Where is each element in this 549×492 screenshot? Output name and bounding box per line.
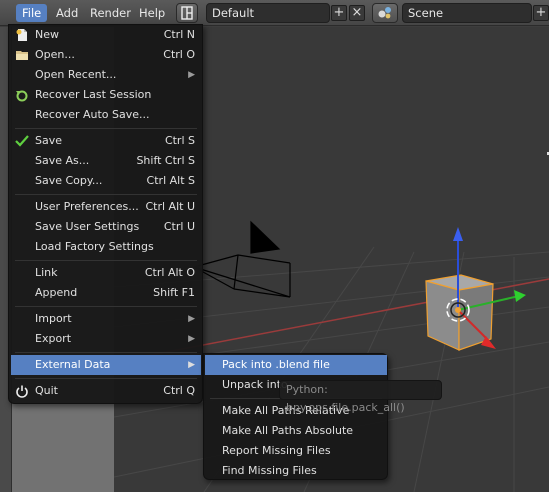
file-menu: New Ctrl N Open... Ctrl O Open Recent... ▶ …: [8, 24, 203, 404]
scene-field[interactable]: Scene: [402, 3, 532, 23]
menu-item-quit[interactable]: Quit Ctrl Q: [11, 381, 201, 401]
layout-icon: [181, 6, 193, 20]
menu-item-recover-auto-save[interactable]: Recover Auto Save...: [11, 105, 201, 125]
menu-item-recover-last-session[interactable]: Recover Last Session: [11, 85, 201, 105]
menu-item-new[interactable]: New Ctrl N: [11, 25, 201, 45]
menu-item-user-preferences[interactable]: User Preferences... Ctrl Alt U: [11, 197, 201, 217]
plus-icon: +: [535, 5, 547, 20]
plus-icon: +: [333, 5, 345, 20]
python-tooltip: Python: bpy.ops.file.pack_all(): [279, 380, 442, 414]
close-icon: ×: [351, 5, 363, 20]
chevron-right-icon: ▶: [188, 314, 195, 324]
menu-separator: [15, 194, 197, 195]
menu-item-make-paths-absolute[interactable]: Make All Paths Absolute: [205, 421, 387, 441]
camera-object: [193, 220, 291, 298]
new-file-icon: [16, 29, 27, 41]
menu-item-save-copy[interactable]: Save Copy... Ctrl Alt S: [11, 171, 201, 191]
menu-separator: [15, 128, 197, 129]
screen-layout-field[interactable]: Default: [206, 3, 330, 23]
menu-item-report-missing-files[interactable]: Report Missing Files: [205, 441, 387, 461]
menu-item-import[interactable]: Import ▶: [11, 309, 201, 329]
menu-item-open[interactable]: Open... Ctrl O: [11, 45, 201, 65]
menu-help[interactable]: Help: [133, 4, 171, 22]
menu-item-load-factory-settings[interactable]: Load Factory Settings: [11, 237, 201, 257]
add-screen-button[interactable]: +: [331, 5, 347, 21]
menu-add[interactable]: Add: [50, 4, 84, 22]
top-header-bar: File Add Render Help Default + × Scene +: [0, 0, 549, 26]
folder-icon: [16, 51, 28, 60]
chevron-right-icon: ▶: [188, 334, 195, 344]
menu-separator: [15, 378, 197, 379]
menu-item-link[interactable]: Link Ctrl Alt O: [11, 263, 201, 283]
delete-screen-button[interactable]: ×: [349, 5, 365, 21]
menu-separator: [15, 352, 197, 353]
add-scene-button[interactable]: +: [533, 5, 549, 21]
menu-separator: [15, 306, 197, 307]
chevron-right-icon: ▶: [188, 360, 195, 370]
menu-item-open-recent[interactable]: Open Recent... ▶: [11, 65, 201, 85]
menu-item-append[interactable]: Append Shift F1: [11, 283, 201, 303]
power-icon: [16, 385, 28, 398]
screen-layout-selector[interactable]: [176, 3, 198, 23]
menu-file[interactable]: File: [16, 4, 48, 22]
menu-item-save-user-settings[interactable]: Save User Settings Ctrl U: [11, 217, 201, 237]
chevron-right-icon: ▶: [188, 70, 195, 80]
menu-item-export[interactable]: Export ▶: [11, 329, 201, 349]
menu-item-save[interactable]: Save Ctrl S: [11, 131, 201, 151]
menu-item-save-as[interactable]: Save As... Shift Ctrl S: [11, 151, 201, 171]
menu-item-find-missing-files[interactable]: Find Missing Files: [205, 461, 387, 481]
scene-icon: [378, 7, 391, 19]
menu-separator: [15, 260, 197, 261]
recover-icon: [16, 90, 28, 102]
menu-item-pack-into-blend[interactable]: Pack into .blend file: [205, 355, 387, 375]
menu-render[interactable]: Render: [84, 4, 137, 22]
menu-item-external-data[interactable]: External Data ▶: [11, 355, 201, 375]
scene-selector[interactable]: [372, 3, 398, 23]
checkmark-icon: [15, 135, 29, 147]
